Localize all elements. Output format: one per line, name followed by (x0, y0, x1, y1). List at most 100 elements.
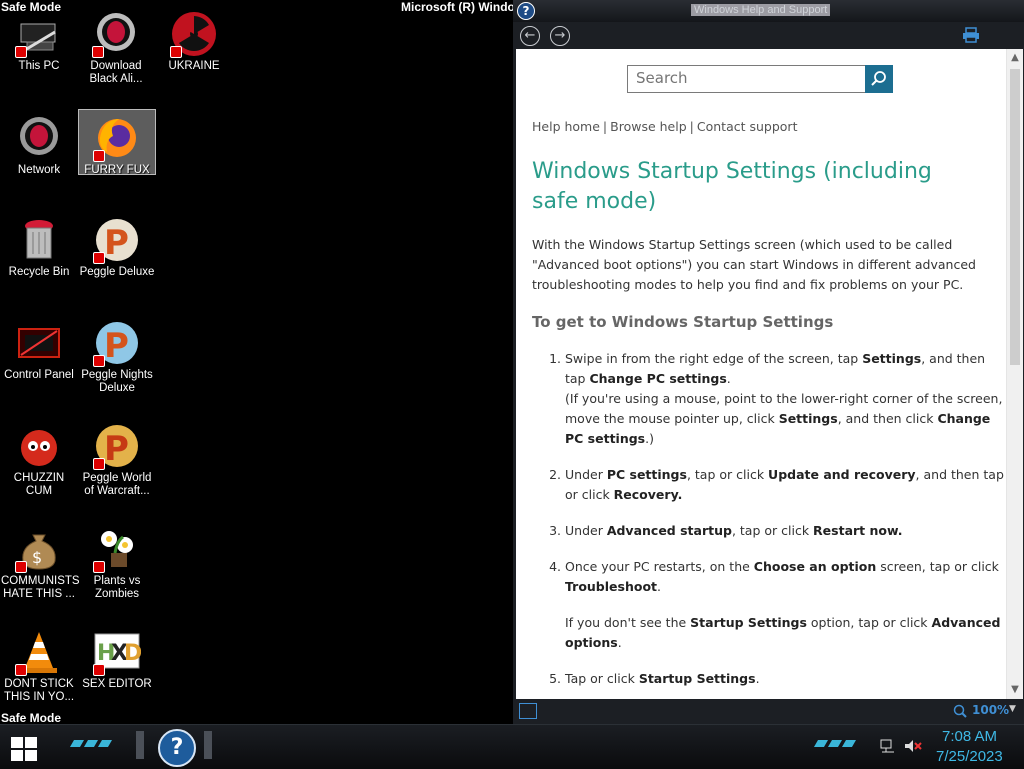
link-help-home[interactable]: Help home (532, 119, 600, 134)
desktop-icon-control-panel[interactable]: Control Panel (1, 315, 77, 411)
search-icon (871, 71, 886, 86)
icon-label: CHUZZIN CUM (13, 472, 65, 497)
radiation-icon (170, 10, 218, 58)
section-heading: To get to Windows Startup Settings (532, 313, 834, 331)
desktop-icon-recycle-bin[interactable]: Recycle Bin (1, 212, 77, 308)
peggle-wow-icon: P (93, 422, 141, 470)
step-item: Once your PC restarts, on the Choose an … (565, 557, 1005, 653)
clock-date[interactable]: 7/25/2023 (936, 748, 1003, 765)
zoom-level[interactable]: 100% (972, 703, 1009, 717)
icon-label: COMMUNISTS HATE THIS ... (1, 575, 80, 600)
article-intro: With the Windows Startup Settings screen… (532, 237, 976, 292)
desktop-icon-peggle-deluxe[interactable]: P Peggle Deluxe (79, 212, 155, 308)
article-title: Windows Startup Settings (including safe… (532, 159, 932, 214)
step-item: Tap or click Startup Settings. (565, 669, 1005, 689)
alienware-icon (92, 10, 140, 58)
icon-label: Peggle World of Warcraft... (82, 472, 152, 497)
step-item: Under Advanced startup, tap or click Res… (565, 521, 1005, 541)
zoom-dropdown-icon[interactable]: ▼ (1009, 704, 1016, 714)
steps-list: Swipe in from the right edge of the scre… (532, 349, 1005, 699)
icon-label: SEX EDITOR (82, 678, 152, 690)
taskbar-decoration (69, 740, 85, 747)
desktop-icon-communists[interactable]: $ COMMUNISTS HATE THIS ... (1, 521, 80, 617)
clock-time[interactable]: 7:08 AM (942, 728, 997, 745)
search-button[interactable] (865, 65, 893, 93)
start-button[interactable] (8, 734, 38, 761)
online-status-icon[interactable] (519, 703, 537, 719)
help-window-title: Windows Help and Support (691, 4, 831, 16)
desktop-icon-ukraine[interactable]: UKRAINE (156, 6, 232, 102)
icon-label: Recycle Bin (8, 266, 70, 278)
help-title-bar[interactable]: ? Windows Help and Support (513, 0, 1024, 23)
hxd-icon: HXD (93, 628, 142, 676)
icon-label: Peggle Nights Deluxe (81, 369, 153, 394)
help-content-pane: Help home|Browse help|Contact support Wi… (516, 49, 1006, 699)
taskbar-divider (204, 731, 212, 759)
svg-text:P: P (104, 429, 129, 469)
svg-text:D: D (124, 641, 141, 666)
step-item: Swipe in from the right edge of the scre… (565, 349, 1005, 449)
icon-label: Control Panel (4, 369, 74, 381)
desktop-icon-network[interactable]: Network (1, 110, 77, 206)
icon-label: FURRY FUX (84, 164, 150, 176)
windows-build-text: Microsoft (R) Windows (401, 0, 513, 14)
chuzzle-icon (15, 422, 63, 470)
scroll-up-arrow-icon[interactable]: ▲ (1007, 49, 1023, 67)
desktop-icon-this-pc[interactable]: This PC (1, 6, 77, 102)
network-tray-icon[interactable] (880, 739, 896, 753)
computer-icon (15, 10, 63, 58)
icon-label: DONT STICK THIS IN YO... (3, 678, 75, 703)
icon-label: Peggle Deluxe (79, 266, 155, 278)
svg-text:P: P (104, 223, 129, 263)
forward-arrow-icon[interactable]: → (550, 26, 570, 46)
search-input[interactable] (628, 66, 864, 90)
taskbar-decoration (827, 740, 843, 747)
icon-label: This PC (18, 60, 60, 72)
scroll-thumb[interactable] (1010, 69, 1020, 365)
network-icon (15, 114, 63, 162)
svg-text:$: $ (32, 548, 42, 567)
print-icon[interactable] (962, 27, 980, 43)
taskbar: ? 7:08 AM 7/25/2023 (0, 724, 1024, 769)
help-scrollbar[interactable]: ▲ ▼ (1006, 49, 1023, 699)
firefox-icon (93, 114, 141, 162)
desktop-icon-peggle-nights-deluxe[interactable]: P Peggle Nights Deluxe (79, 315, 155, 411)
scroll-down-arrow-icon[interactable]: ▼ (1007, 681, 1023, 699)
desktop-icon-chuzzin-cum[interactable]: CHUZZIN CUM (1, 418, 77, 514)
zoom-icon[interactable] (953, 704, 967, 721)
help-toolbar: ← → (513, 22, 1024, 49)
search-field[interactable] (627, 65, 867, 93)
peggle-nights-icon: P (93, 319, 141, 367)
desktop-icon-plants-vs-zombies[interactable]: Plants vs Zombies (79, 521, 155, 617)
taskbar-decoration (813, 740, 829, 747)
desktop-icon-dont-stick[interactable]: DONT STICK THIS IN YO... (1, 624, 77, 720)
peggle-icon: P (93, 216, 141, 264)
taskbar-decoration (97, 740, 113, 747)
link-contact-support[interactable]: Contact support (697, 119, 798, 134)
plants-vs-zombies-icon (93, 525, 141, 573)
recycle-bin-icon (15, 216, 63, 264)
desktop-icon-furry-fux[interactable]: FURRY FUX (78, 109, 156, 176)
money-bag-icon: $ (15, 525, 63, 573)
taskbar-help-icon[interactable]: ? (158, 729, 196, 767)
link-browse-help[interactable]: Browse help (610, 119, 687, 134)
icon-label: Plants vs Zombies (93, 575, 141, 600)
icon-label: Download Black Ali... (89, 60, 143, 85)
help-links: Help home | Browse help | Contact support (532, 119, 798, 134)
desktop-icon-download-black-ali[interactable]: Download Black Ali... (78, 6, 154, 102)
taskbar-divider (136, 731, 144, 759)
icon-label: UKRAINE (168, 60, 220, 72)
vlc-cone-icon (15, 628, 63, 676)
help-app-icon: ? (517, 2, 535, 20)
back-arrow-icon[interactable]: ← (520, 26, 540, 46)
svg-text:P: P (104, 326, 129, 366)
taskbar-decoration (841, 740, 857, 747)
icon-label: Network (17, 164, 61, 176)
desktop-icon-sex-editor[interactable]: HXD SEX EDITOR (79, 624, 155, 720)
volume-muted-icon[interactable] (904, 739, 922, 753)
help-window[interactable]: ? Windows Help and Support ← → Help home… (513, 0, 1024, 724)
step-item: Under PC settings, tap or click Update a… (565, 465, 1005, 505)
taskbar-decoration (83, 740, 99, 747)
help-status-bar: 100% ▼ (513, 699, 1024, 724)
desktop-icon-peggle-world-of-warcraft[interactable]: P Peggle World of Warcraft... (79, 418, 155, 514)
